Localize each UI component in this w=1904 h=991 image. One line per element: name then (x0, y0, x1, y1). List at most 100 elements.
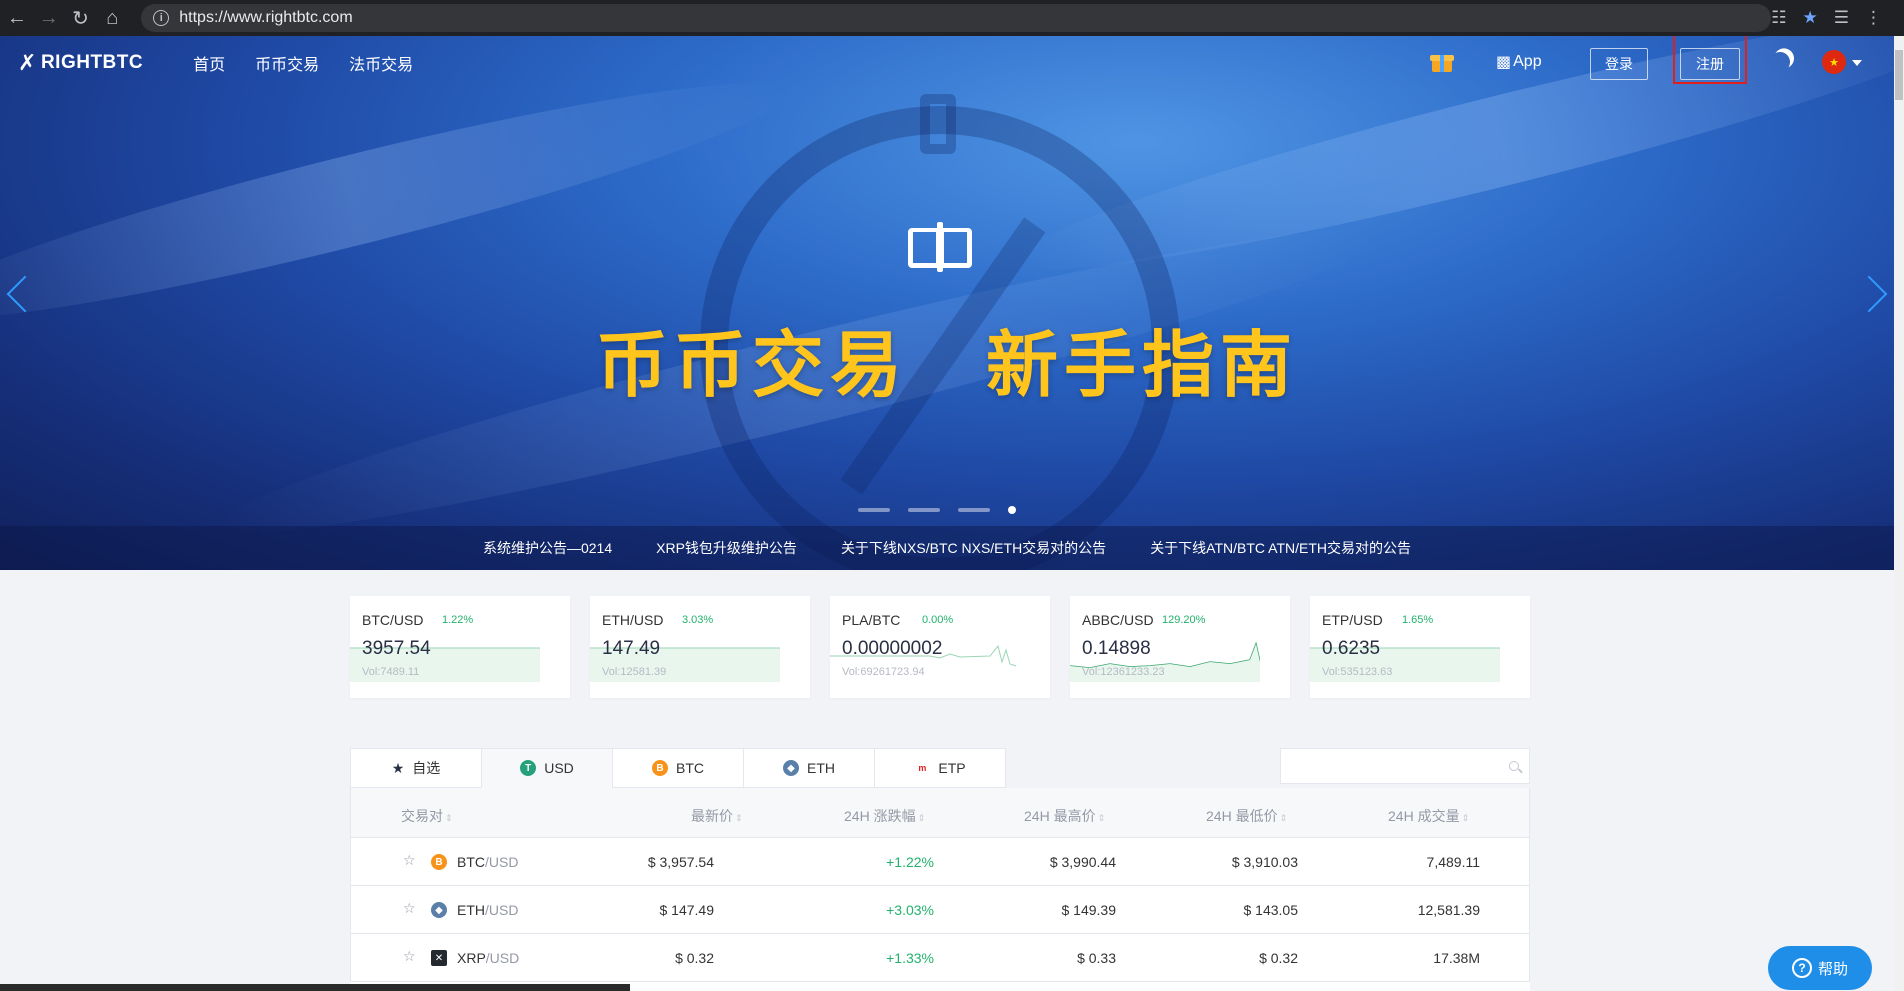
app-download-link[interactable]: ▩ App (1496, 52, 1542, 72)
carousel-dot[interactable] (908, 508, 940, 512)
tab-usd[interactable]: T USD (481, 748, 613, 788)
register-button[interactable]: 注册 (1680, 48, 1740, 80)
col-24h-volume[interactable]: 24H 成交量 ⇕ (1388, 806, 1469, 826)
ticker-card[interactable]: ETP/USD 1.65% 0.6235 Vol:535123.63 (1310, 596, 1530, 698)
carousel-dot[interactable] (958, 508, 990, 512)
phone-icon: ▩ (1496, 54, 1512, 71)
browser-status-bar (0, 984, 630, 991)
china-flag-icon[interactable]: ★ (1822, 50, 1846, 74)
search-icon[interactable] (1509, 761, 1519, 771)
favorite-star-icon[interactable]: ☆ (403, 900, 416, 917)
favorite-star-icon[interactable]: ☆ (403, 852, 416, 869)
site-info-icon[interactable]: i (153, 10, 170, 26)
translate-icon[interactable]: ☷ (1771, 8, 1786, 28)
ticker-volume: Vol:535123.63 (1322, 666, 1393, 678)
pair-name: ETH/USD (457, 902, 519, 918)
market-tabs: ★ 自选 T USD B BTC ◆ ETH m ETP (350, 748, 1530, 788)
col-24h-high[interactable]: 24H 最高价 ⇕ (1024, 806, 1105, 826)
ticker-price: 3957.54 (362, 638, 431, 659)
ticker-card[interactable]: ABBC/USD 129.20% 0.14898 Vol:12361233.23 (1070, 596, 1290, 698)
tab-etp[interactable]: m ETP (874, 748, 1006, 788)
xrp-coin-icon: ✕ (431, 950, 447, 966)
volume-24h: 17.38M (1433, 950, 1480, 966)
nav-spot-trading[interactable]: 币币交易 (255, 51, 319, 75)
market-panel: ★ 自选 T USD B BTC ◆ ETH m ETP 交易对 ⇕ 最新价 ⇕ 2… (350, 748, 1530, 991)
market-search-input[interactable] (1281, 749, 1491, 783)
announcement-bar: 系统维护公告—0214 XRP钱包升级维护公告 关于下线NXS/BTC NXS/… (0, 526, 1894, 570)
language-caret-icon[interactable] (1852, 60, 1862, 66)
ticker-cards: BTC/USD 1.22% 3957.54 Vol:7489.11 ETH/US… (350, 596, 1530, 698)
ticker-price: 0.14898 (1082, 638, 1151, 659)
low-24h: $ 0.32 (1259, 950, 1298, 966)
page-scrollbar[interactable] (1894, 36, 1904, 991)
nav-fiat-trading[interactable]: 法币交易 (349, 51, 413, 75)
announcement-link[interactable]: XRP钱包升级维护公告 (656, 538, 797, 558)
forward-icon[interactable]: → (34, 3, 64, 33)
site-logo[interactable]: ✗ RIGHTBTC (18, 50, 143, 76)
home-icon[interactable]: ⌂ (97, 3, 127, 33)
ticker-change: 3.03% (682, 614, 714, 626)
carousel-dot[interactable] (858, 508, 890, 512)
table-row[interactable]: ☆ B BTC/USD $ 3,957.54 +1.22% $ 3,990.44… (350, 838, 1530, 886)
tab-favorites[interactable]: ★ 自选 (350, 748, 482, 788)
ticker-volume: Vol:7489.11 (362, 666, 420, 678)
ticker-pair: PLA/BTC (842, 612, 901, 628)
col-last-price[interactable]: 最新价 ⇕ (691, 806, 743, 826)
bookmark-star-icon[interactable]: ★ (1803, 8, 1818, 28)
ticker-card[interactable]: ETH/USD 3.03% 147.49 Vol:12581.39 (590, 596, 810, 698)
announcement-link[interactable]: 关于下线NXS/BTC NXS/ETH交易对的公告 (841, 538, 1106, 558)
help-button[interactable]: ? 帮助 (1768, 946, 1872, 990)
address-bar[interactable]: i https://www.rightbtc.com (141, 4, 1772, 32)
ticker-change: 129.20% (1162, 614, 1206, 626)
change-24h: +3.03% (886, 902, 934, 918)
back-icon[interactable]: ← (2, 3, 32, 33)
ticker-card[interactable]: PLA/BTC 0.00% 0.00000002 Vol:69261723.94 (830, 596, 1050, 698)
reload-icon[interactable]: ↻ (66, 3, 96, 33)
col-24h-change[interactable]: 24H 涨跌幅 ⇕ (844, 806, 925, 826)
url-text: https://www.rightbtc.com (179, 9, 353, 26)
favorite-star-icon[interactable]: ☆ (403, 948, 416, 965)
usdt-coin-icon: T (520, 760, 537, 776)
carousel-dots (858, 506, 1016, 514)
volume-24h: 7,489.11 (1426, 854, 1480, 870)
logo-mark-icon: ✗ (18, 50, 37, 75)
ticker-change: 0.00% (922, 614, 954, 626)
tab-label: 自选 (412, 760, 441, 776)
extension-icon[interactable]: ☰ (1834, 8, 1849, 28)
ticker-pair: ETP/USD (1322, 612, 1383, 628)
ticker-price: 0.00000002 (842, 638, 943, 659)
col-24h-low[interactable]: 24H 最低价 ⇕ (1206, 806, 1287, 826)
tab-label: BTC (676, 760, 704, 776)
low-24h: $ 3,910.03 (1231, 854, 1298, 870)
last-price: $ 3,957.54 (647, 854, 714, 870)
tab-eth[interactable]: ◆ ETH (743, 748, 875, 788)
table-row[interactable]: ☆ ✕ XRP/USD $ 0.32 +1.33% $ 0.33 $ 0.32 … (350, 934, 1530, 982)
high-24h: $ 3,990.44 (1049, 854, 1116, 870)
pair-name: XRP/USD (457, 950, 520, 966)
ticker-pair: ETH/USD (602, 612, 664, 628)
btc-coin-icon: B (431, 854, 447, 870)
eth-coin-icon: ◆ (783, 760, 799, 776)
hero-title: 币币交易 新手指南 (595, 326, 1298, 406)
tab-btc[interactable]: B BTC (612, 748, 744, 788)
announcement-link[interactable]: 关于下线ATN/BTC ATN/ETH交易对的公告 (1150, 538, 1411, 558)
ticker-price: 0.6235 (1322, 638, 1381, 659)
table-row[interactable]: ☆ ◆ ETH/USD $ 147.49 +3.03% $ 149.39 $ 1… (350, 886, 1530, 934)
tab-label: USD (544, 760, 574, 776)
ticker-card[interactable]: BTC/USD 1.22% 3957.54 Vol:7489.11 (350, 596, 570, 698)
tab-label: ETH (807, 760, 835, 776)
high-24h: $ 149.39 (1061, 902, 1117, 918)
ticker-volume: Vol:12581.39 (602, 666, 667, 678)
last-price: $ 0.32 (675, 950, 714, 966)
col-pair[interactable]: 交易对 ⇕ (401, 806, 453, 826)
ticker-pair: ABBC/USD (1082, 612, 1154, 628)
ticker-volume: Vol:12361233.23 (1082, 666, 1165, 678)
carousel-dot-active[interactable] (1008, 506, 1016, 514)
logo-text: RIGHTBTC (40, 52, 144, 73)
menu-icon[interactable]: ⋮ (1865, 8, 1882, 28)
gift-icon[interactable] (1430, 50, 1454, 74)
login-button[interactable]: 登录 (1590, 48, 1648, 80)
nav-home[interactable]: 首页 (193, 51, 225, 75)
announcement-link[interactable]: 系统维护公告—0214 (483, 538, 612, 558)
btc-coin-icon: B (652, 760, 668, 776)
